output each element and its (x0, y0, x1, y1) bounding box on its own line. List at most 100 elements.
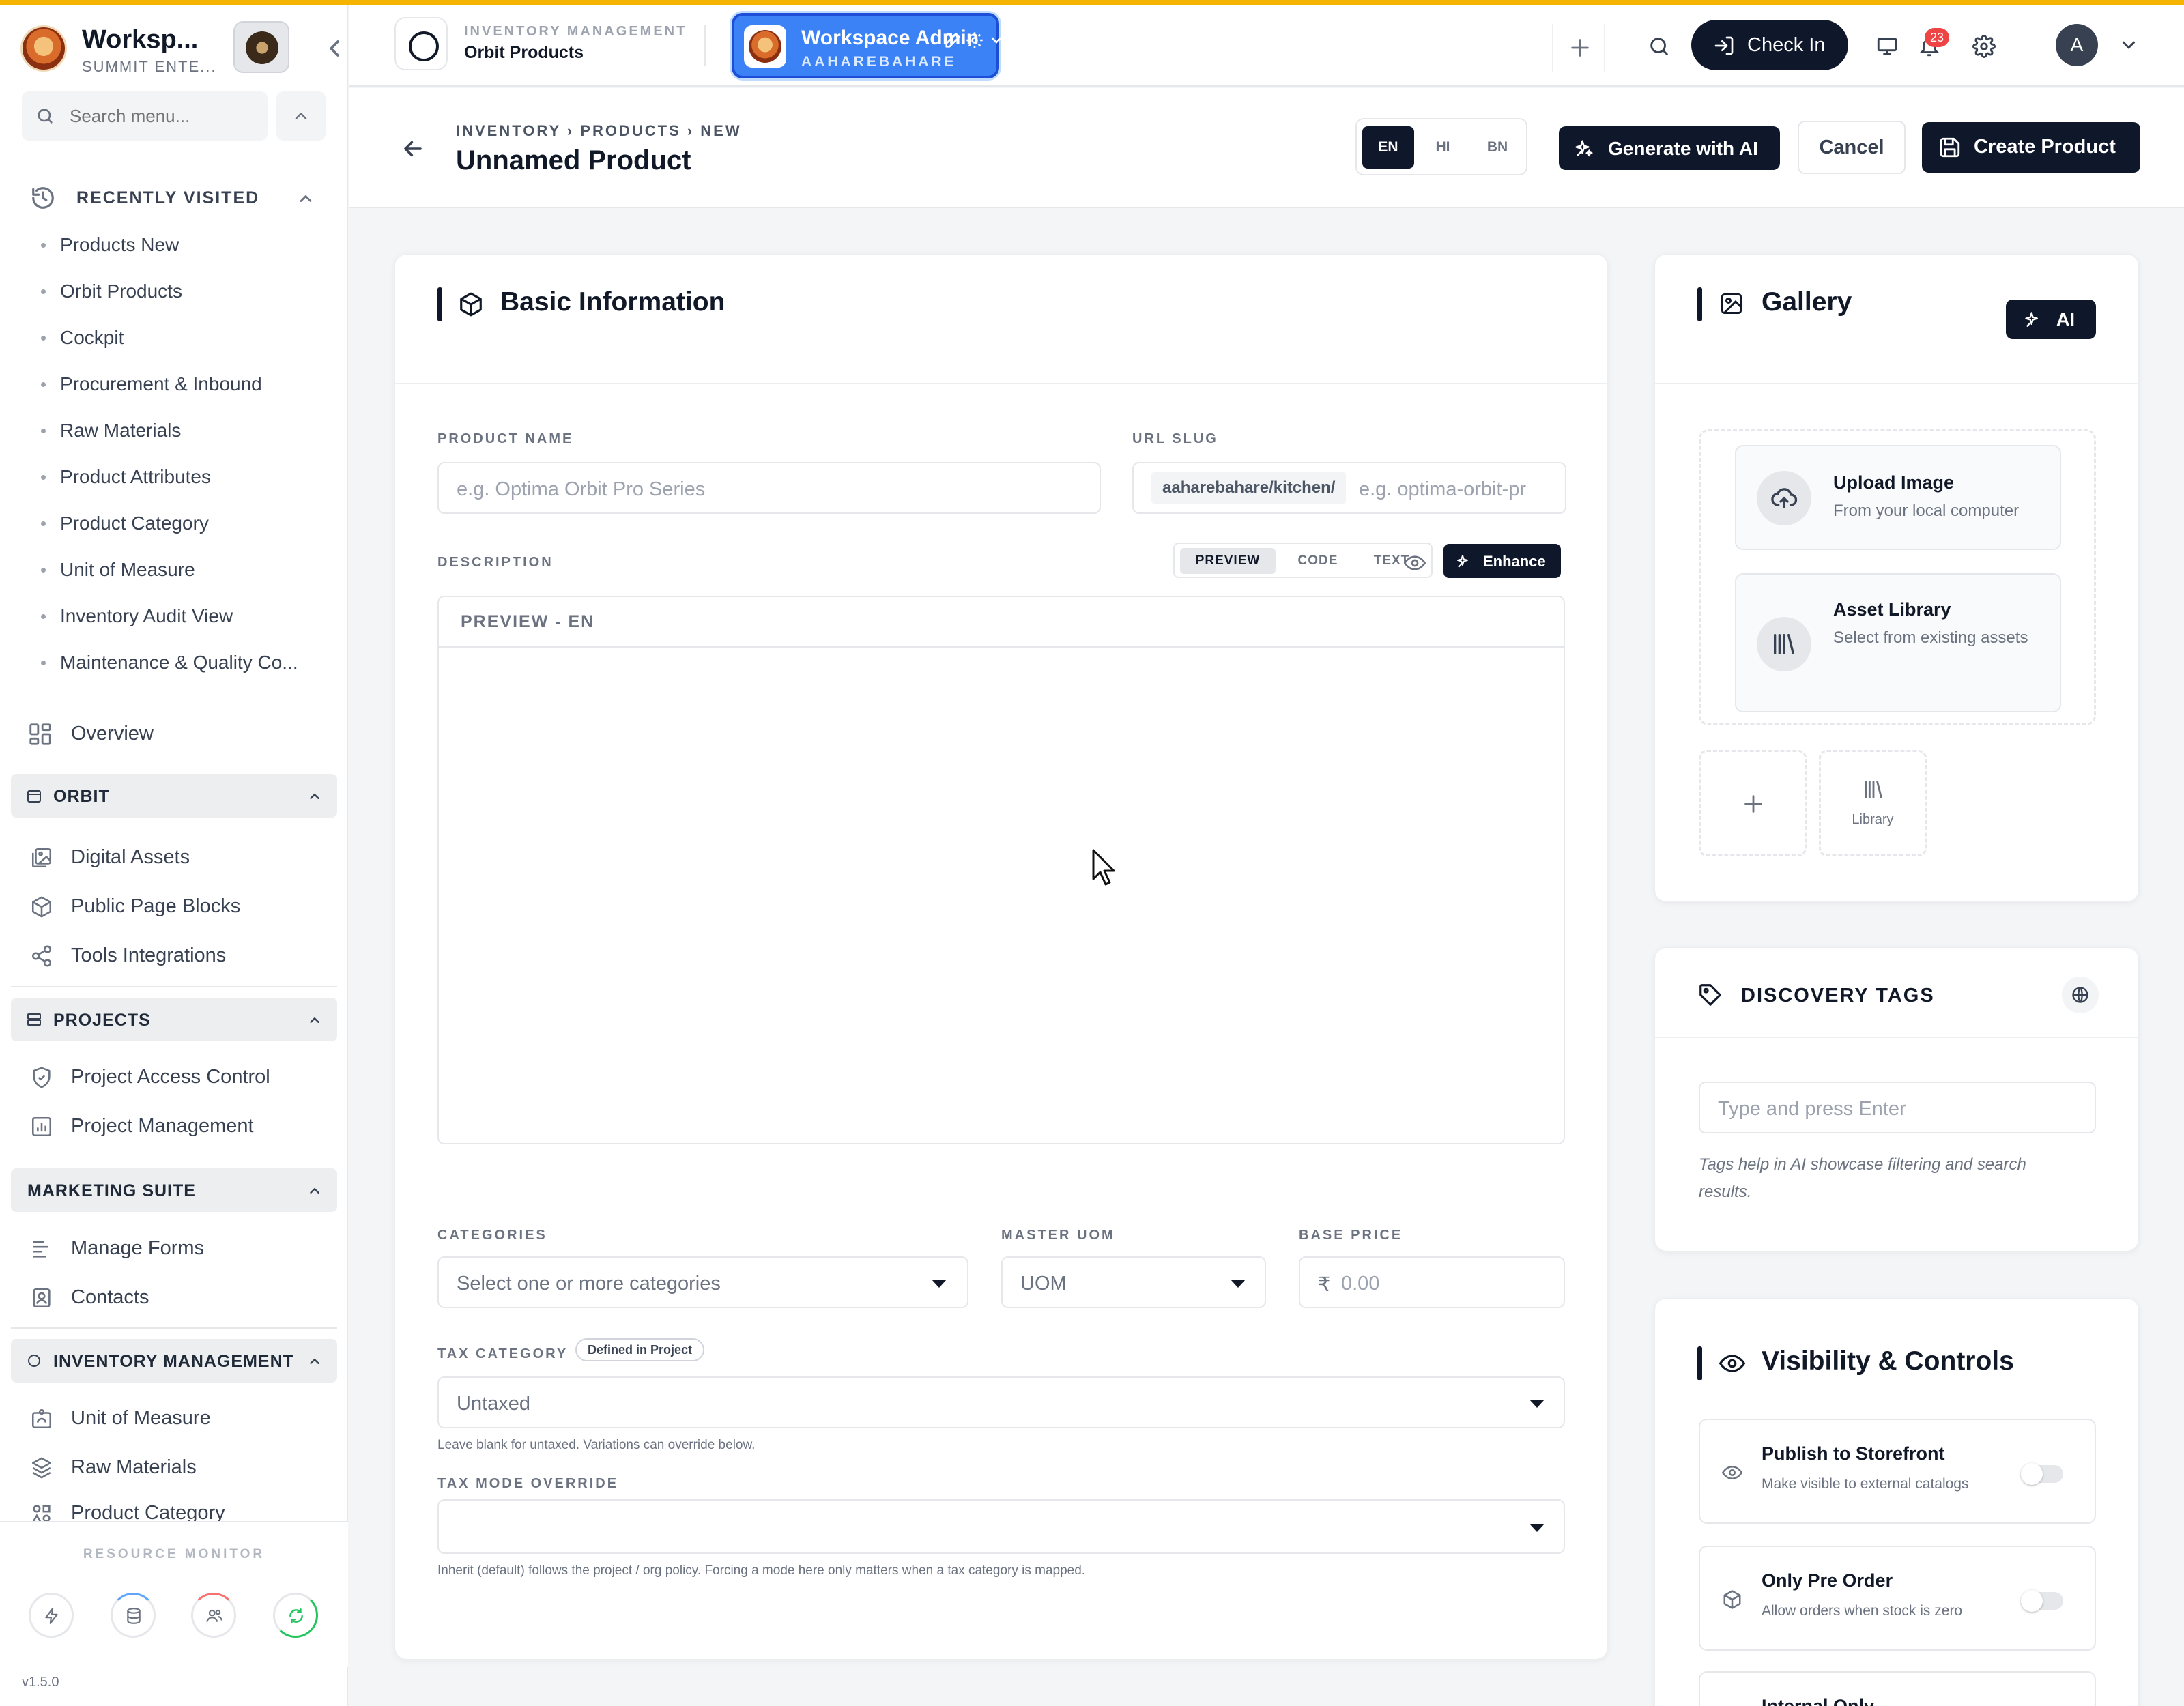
tag-input[interactable]: Type and press Enter (1699, 1082, 2096, 1133)
generate-with-ai-button[interactable]: Generate with AI (1559, 126, 1780, 170)
recent-item[interactable]: Unit of Measure (35, 547, 329, 593)
search-menu-input[interactable] (70, 102, 261, 130)
sidebar-item-product-category[interactable]: Product Category (30, 1492, 330, 1521)
asset-library-option[interactable]: Asset Library Select from existing asset… (1735, 573, 2061, 712)
monitor-database-button[interactable] (111, 1593, 156, 1638)
tab-preview[interactable]: PREVIEW (1180, 548, 1276, 574)
sidebar-item-label: Raw Materials (71, 1456, 197, 1478)
back-button[interactable] (400, 136, 426, 162)
sidebar-item-overview[interactable]: Overview (27, 713, 328, 754)
sidebar-item-label: Product Category (71, 1502, 225, 1521)
chart-icon (31, 1116, 52, 1137)
group-orbit[interactable]: ORBIT (11, 774, 337, 818)
topbar-separator (704, 25, 706, 66)
recent-item[interactable]: Procurement & Inbound (35, 361, 329, 407)
language-option-hi[interactable]: HI (1417, 126, 1469, 169)
master-uom-label: MASTER UOM (1001, 1228, 1115, 1243)
sidebar-item-unit-of-measure[interactable]: Unit of Measure (30, 1398, 330, 1438)
recently-visited-header[interactable]: RECENTLY VISITED (30, 181, 317, 215)
plus-icon (1744, 795, 1762, 813)
check-in-label: Check In (1747, 34, 1826, 56)
group-inventory-management[interactable]: INVENTORY MANAGEMENT (11, 1339, 337, 1383)
display-button[interactable] (1867, 27, 1906, 65)
monitor-sync-button[interactable] (273, 1593, 318, 1638)
module-icon[interactable] (394, 17, 448, 70)
product-name-label: PRODUCT NAME (437, 431, 574, 446)
workspace-switcher[interactable]: Workspace Admin AAHAREBAHARE (732, 13, 1002, 78)
image-drop-zone[interactable]: Upload Image From your local computer As… (1699, 429, 2096, 725)
discovery-tags-card: DISCOVERY TAGS Type and press Enter Tags… (1654, 947, 2140, 1252)
card-accent-bar (1697, 1346, 1702, 1380)
add-button[interactable] (1552, 24, 1605, 72)
url-slug-label: URL SLUG (1132, 431, 1218, 446)
master-uom-select[interactable]: UOM (1001, 1256, 1266, 1308)
recent-item[interactable]: Inventory Audit View (35, 593, 329, 639)
create-product-button[interactable]: Create Product (1922, 122, 2140, 173)
edit-icon[interactable] (943, 31, 962, 50)
gear-icon[interactable] (965, 31, 984, 50)
sidebar-item-public-page-blocks[interactable]: Public Page Blocks (30, 886, 330, 927)
sidebar-item-project-management[interactable]: Project Management (30, 1105, 330, 1146)
tax-category-select[interactable]: Untaxed (437, 1376, 1565, 1428)
sidebar-item-digital-assets[interactable]: Digital Assets (30, 837, 330, 878)
recent-item[interactable]: Product Category (35, 500, 329, 547)
sidebar-item-label: Project Access Control (71, 1066, 270, 1088)
gallery-ai-button[interactable]: AI (2006, 300, 2096, 339)
language-option-en[interactable]: EN (1362, 126, 1414, 169)
scale-icon (31, 1408, 52, 1429)
base-price-field[interactable]: ₹ 0.00 (1299, 1256, 1565, 1308)
tax-mode-select[interactable] (437, 1499, 1565, 1554)
recent-item[interactable]: Maintenance & Quality Co... (35, 639, 329, 686)
categories-select[interactable]: Select one or more categories (437, 1256, 968, 1308)
group-marketing-suite[interactable]: MARKETING SUITE (11, 1168, 337, 1212)
group-label: PROJECTS (53, 1011, 151, 1030)
tab-code[interactable]: CODE (1284, 548, 1352, 574)
preview-toggle-button[interactable] (1401, 548, 1428, 575)
language-option-bn[interactable]: BN (1471, 126, 1523, 169)
sidebar-item-manage-forms[interactable]: Manage Forms (30, 1228, 330, 1269)
plus-icon (1571, 39, 1589, 57)
refresh-icon (289, 1608, 303, 1623)
recent-item[interactable]: Raw Materials (35, 407, 329, 454)
resource-monitor-label: RESOURCE MONITOR (83, 1547, 265, 1561)
tax-category-label: TAX CATEGORY (437, 1346, 569, 1361)
recent-item[interactable]: Product Attributes (35, 454, 329, 500)
group-label: INVENTORY MANAGEMENT (53, 1352, 294, 1371)
group-label: MARKETING SUITE (27, 1181, 196, 1200)
global-tags-button[interactable] (2062, 977, 2099, 1013)
visibility-controls-card: Visibility & Controls Publish to Storefr… (1654, 1298, 2139, 1706)
sidebar-item-contacts[interactable]: Contacts (30, 1277, 330, 1318)
settings-button[interactable] (1964, 27, 2002, 65)
group-projects[interactable]: PROJECTS (11, 998, 337, 1041)
recent-item[interactable]: Products New (35, 222, 329, 268)
chevron-up-icon (310, 793, 319, 799)
global-search-button[interactable] (1639, 27, 1678, 65)
user-avatar[interactable]: A (2056, 24, 2098, 66)
url-slug-field[interactable]: aaharebahare/kitchen/ e.g. optima-orbit-… (1132, 462, 1566, 514)
sidebar-item-label: Digital Assets (71, 846, 190, 868)
sidebar-item-tools-integrations[interactable]: Tools Integrations (30, 935, 330, 976)
monitor-power-button[interactable] (29, 1593, 74, 1638)
row-title: Publish to Storefront (1762, 1443, 1945, 1464)
add-image-tile[interactable] (1699, 750, 1807, 856)
recent-item[interactable]: Orbit Products (35, 268, 329, 315)
workspace-header[interactable]: Worksp... SUMMIT ENTE... (20, 20, 339, 81)
description-preview[interactable]: PREVIEW - EN (437, 596, 1565, 1144)
sidebar-item-raw-materials[interactable]: Raw Materials (30, 1447, 330, 1488)
workspace-avatar[interactable] (233, 21, 289, 73)
upload-image-option[interactable]: Upload Image From your local computer (1735, 445, 2061, 550)
publish-to-storefront-toggle[interactable] (2021, 1463, 2063, 1485)
menu-collapse-button[interactable] (276, 91, 326, 141)
sidebar-collapse-button[interactable] (321, 35, 348, 62)
user-menu-button[interactable] (2110, 27, 2149, 65)
recent-item[interactable]: Cockpit (35, 315, 329, 361)
product-name-field[interactable]: e.g. Optima Orbit Pro Series (437, 462, 1101, 514)
library-tile[interactable]: Library (1819, 750, 1927, 856)
only-pre-order-toggle[interactable] (2021, 1590, 2063, 1612)
cancel-button[interactable]: Cancel (1798, 121, 1906, 174)
check-in-button[interactable]: Check In (1691, 20, 1848, 70)
sidebar-item-project-access-control[interactable]: Project Access Control (30, 1056, 330, 1097)
monitor-users-button[interactable] (191, 1593, 236, 1638)
search-menu[interactable] (22, 91, 268, 141)
enhance-button[interactable]: Enhance (1443, 544, 1561, 578)
